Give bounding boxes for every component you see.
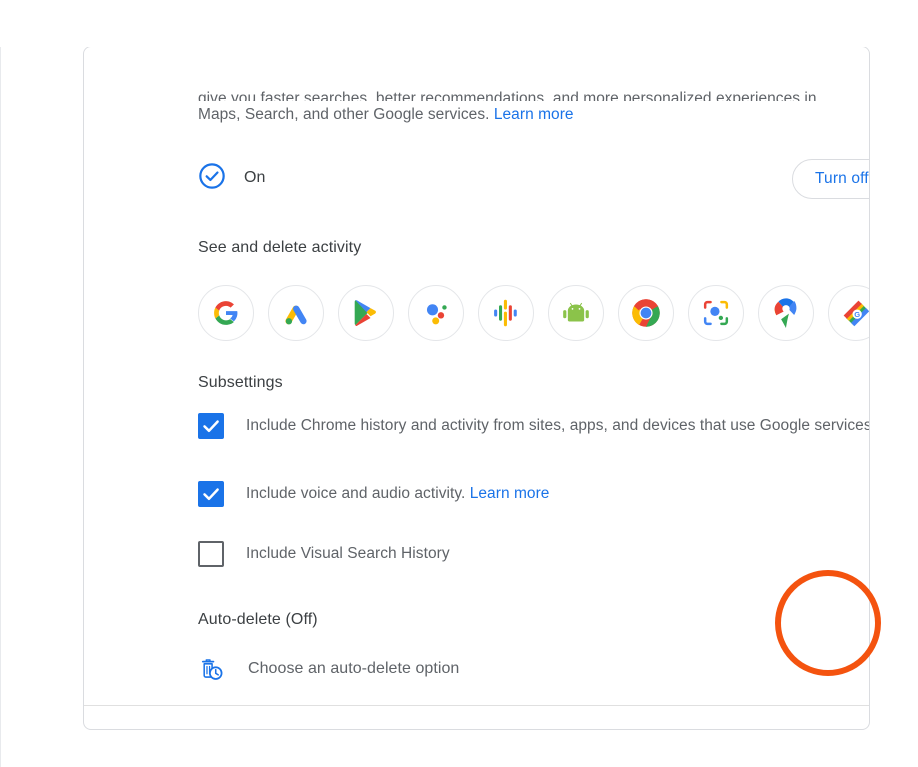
external-link-icon[interactable] — [818, 728, 842, 729]
app-chip-google-ads[interactable] — [268, 285, 324, 341]
check-circle-icon — [198, 162, 226, 195]
intro-paragraph: give you faster searches, better recomme… — [198, 85, 869, 128]
auto-delete-heading: Auto-delete (Off) — [198, 611, 318, 628]
google-chrome-icon — [631, 298, 661, 328]
subsetting-row-visual-search: Include Visual Search History — [198, 540, 869, 567]
app-chip-google-search[interactable] — [198, 285, 254, 341]
app-chip-google-chrome[interactable] — [618, 285, 674, 341]
checkbox-chrome-history[interactable] — [198, 413, 224, 439]
activity-status-label: On — [244, 169, 266, 186]
google-play-icon — [353, 299, 379, 327]
activity-status-group: On — [198, 157, 869, 199]
intro-visible-line: Maps, Search, and other Google services. — [198, 106, 494, 123]
left-vertical-rule — [0, 47, 1, 767]
top-white-strip — [0, 0, 918, 47]
android-icon — [562, 301, 590, 325]
app-icons-row: G G 文 — [198, 285, 869, 341]
web-app-activity-card: give you faster searches, better recomme… — [83, 46, 870, 730]
checkbox-visual-search-history[interactable] — [198, 541, 224, 567]
subsetting-row-chrome-history: Include Chrome history and activity from… — [198, 412, 870, 439]
app-chip-google-shopping[interactable]: G — [828, 285, 869, 341]
auto-delete-option-label: Choose an auto-delete option — [248, 660, 460, 677]
google-podcasts-icon — [493, 299, 519, 327]
app-chip-google-assistant[interactable] — [408, 285, 464, 341]
google-assistant-icon — [422, 299, 450, 327]
subsetting-label-visual-search: Include Visual Search History — [246, 545, 450, 562]
subsetting-label-chrome-history: Include Chrome history and activity from… — [246, 417, 870, 434]
google-maps-icon — [774, 298, 798, 328]
subsetting-text-voice-audio: Include voice and audio activity. — [246, 485, 470, 502]
turn-off-label: Turn off — [815, 170, 869, 187]
app-chip-google-podcasts[interactable] — [478, 285, 534, 341]
svg-text:G: G — [854, 310, 860, 319]
activity-status-row: On Turn off — [198, 157, 869, 199]
google-shopping-icon: G — [842, 299, 869, 327]
app-chip-google-play[interactable] — [338, 285, 394, 341]
intro-clipped-line: give you faster searches, better recomme… — [198, 90, 817, 101]
checkbox-voice-audio[interactable] — [198, 481, 224, 507]
intro-learn-more-link[interactable]: Learn more — [494, 106, 574, 123]
see-and-delete-heading: See and delete activity — [198, 239, 362, 256]
voice-audio-learn-more-link[interactable]: Learn more — [470, 485, 550, 502]
subsetting-label-voice-audio: Include voice and audio activity. Learn … — [246, 480, 549, 507]
subsetting-row-voice-audio: Include voice and audio activity. Learn … — [198, 480, 869, 507]
app-chip-android[interactable] — [548, 285, 604, 341]
trash-clock-icon — [198, 655, 224, 683]
subsettings-heading: Subsettings — [198, 374, 283, 391]
google-search-icon — [213, 300, 239, 326]
google-ads-icon — [282, 299, 310, 327]
auto-delete-option-row[interactable]: Choose an auto-delete option — [198, 647, 869, 691]
page-root: give you faster searches, better recomme… — [0, 0, 918, 767]
google-lens-icon — [703, 300, 729, 326]
turn-off-button[interactable]: Turn off — [792, 159, 869, 199]
app-chip-google-maps[interactable] — [758, 285, 814, 341]
manage-all-activity-row[interactable]: Manage all Web & App Activity — [84, 706, 869, 729]
app-chip-google-lens[interactable] — [688, 285, 744, 341]
